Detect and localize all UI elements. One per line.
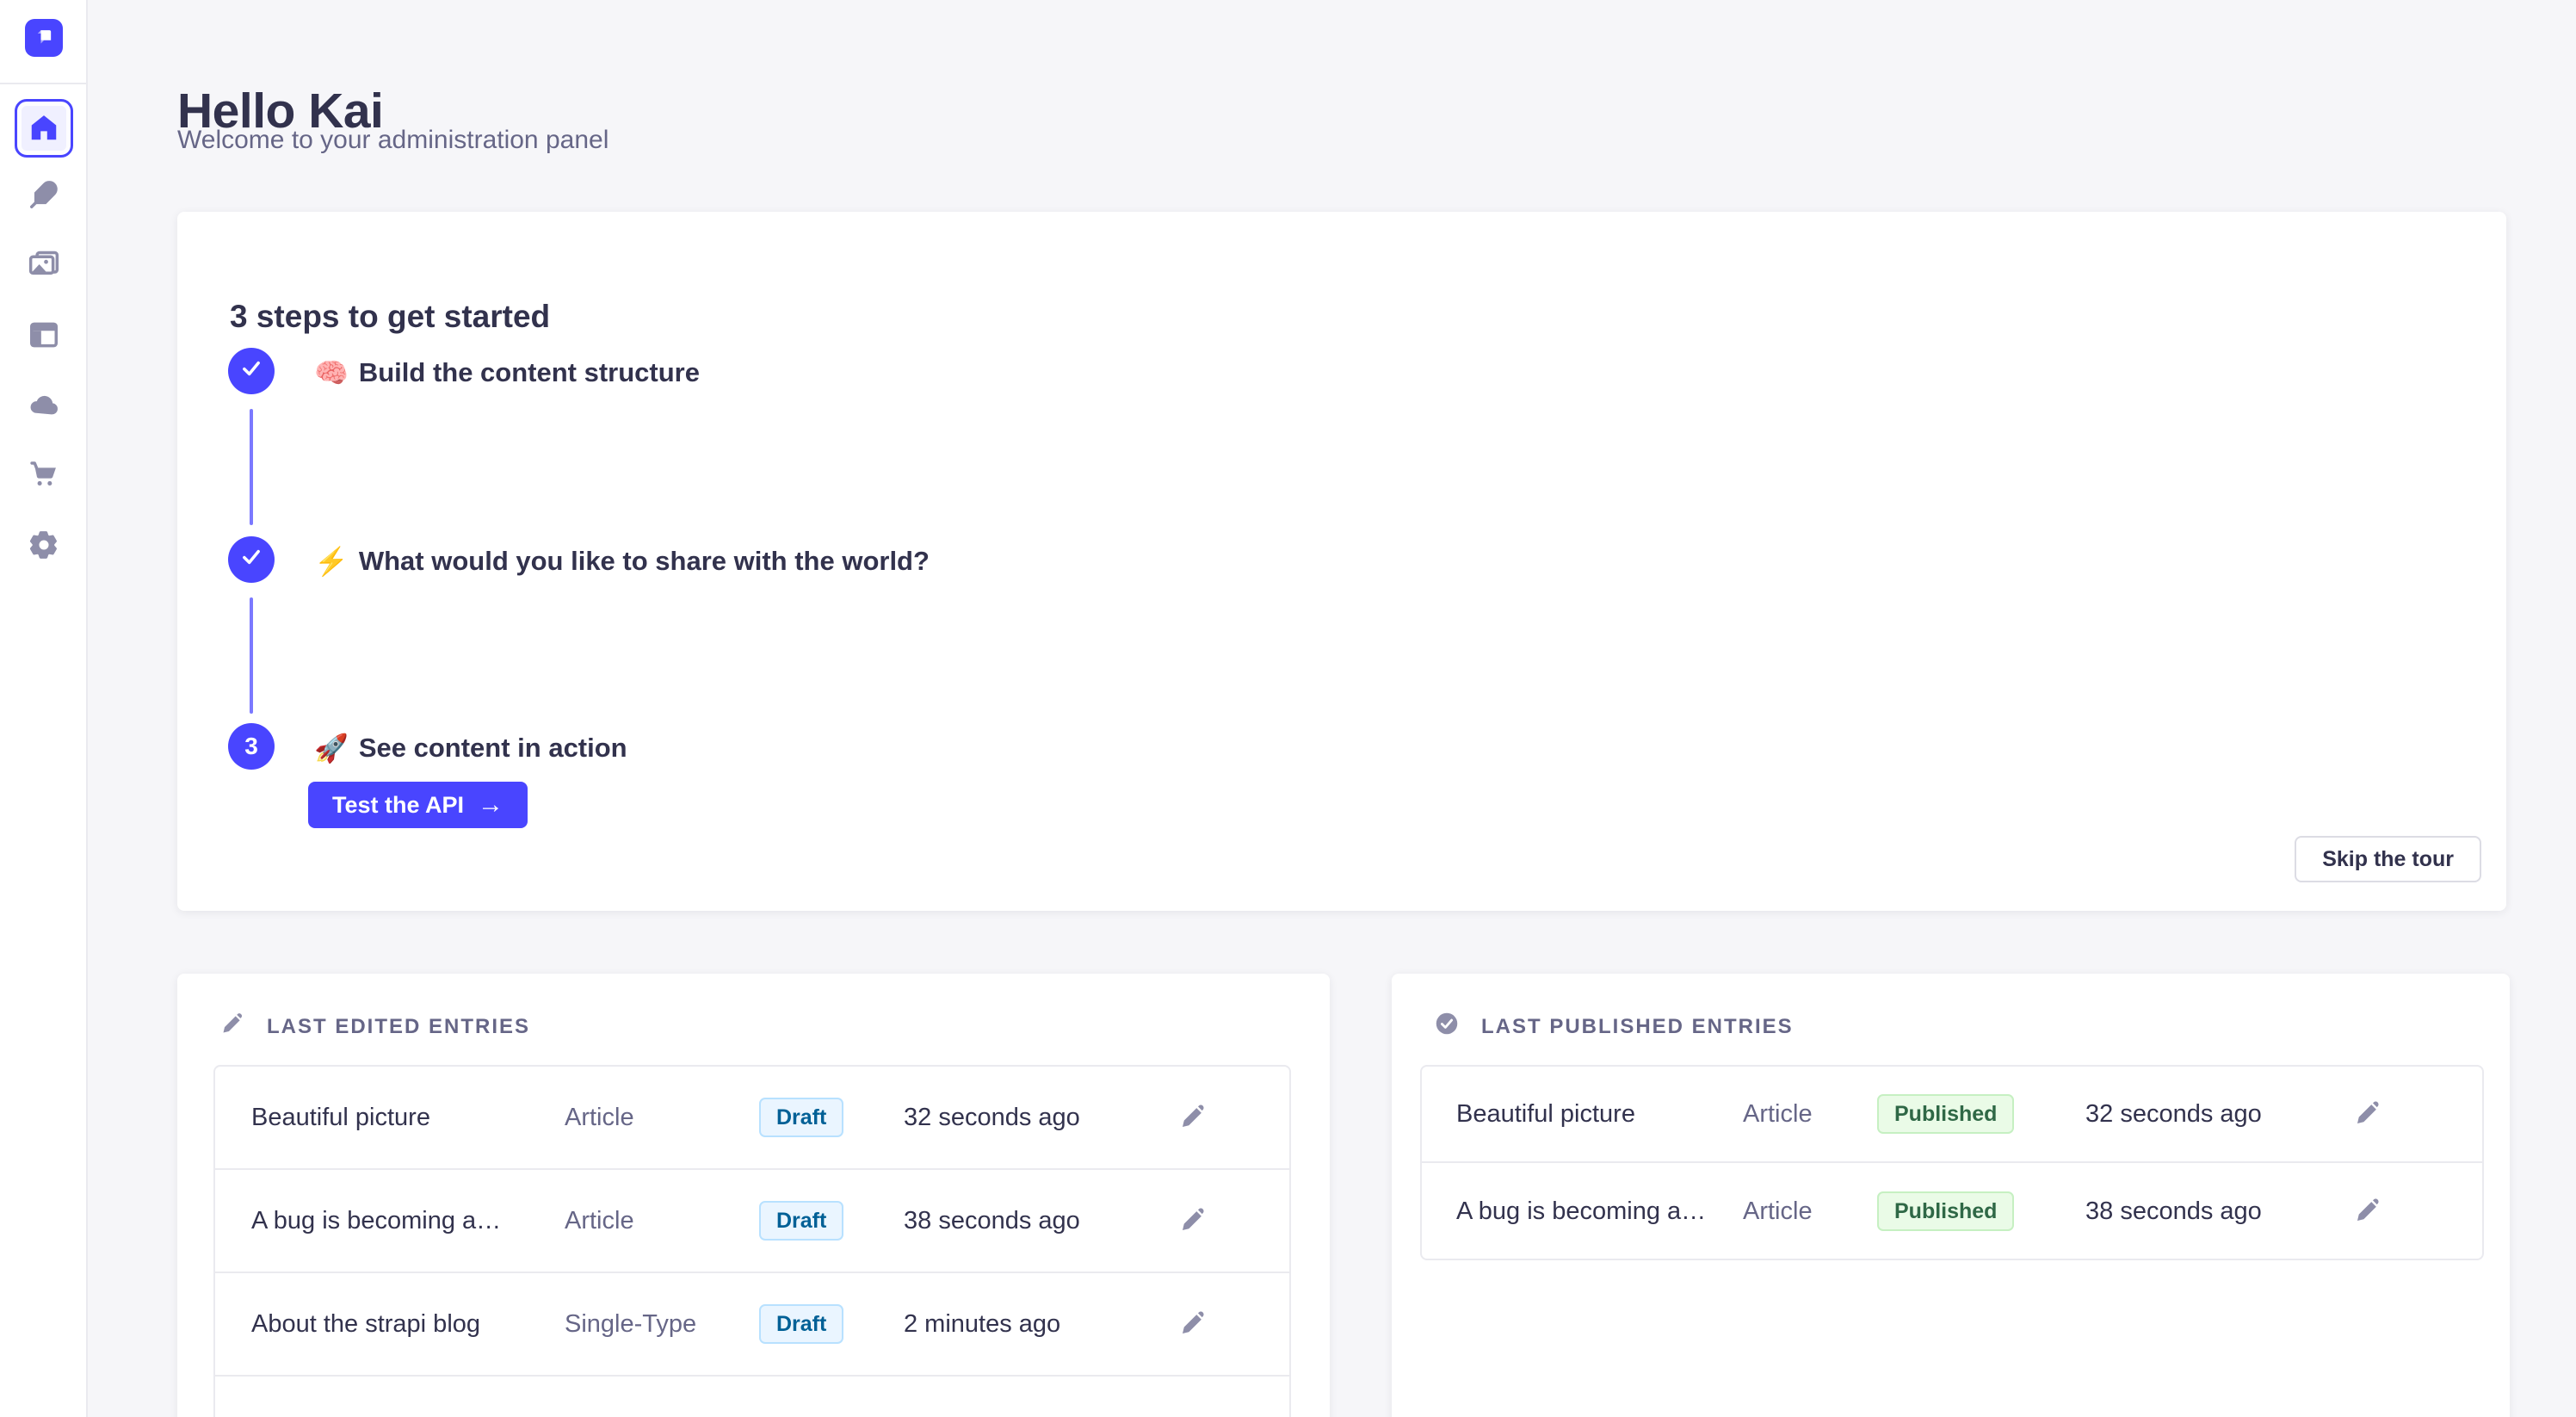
pencil-icon xyxy=(1179,1206,1207,1236)
step-connector xyxy=(250,597,253,714)
sidebar xyxy=(0,0,88,1417)
entry-time: 32 seconds ago xyxy=(2085,1100,2351,1129)
layout-icon xyxy=(28,319,60,354)
check-icon xyxy=(239,356,263,387)
sidebar-item-media-library[interactable] xyxy=(15,236,73,294)
edit-entry-button[interactable] xyxy=(2351,1194,2385,1228)
check-icon xyxy=(239,545,263,575)
edit-entry-button[interactable] xyxy=(1176,1100,1210,1135)
page-subtitle: Welcome to your administration panel xyxy=(177,126,608,155)
sidebar-item-marketplace[interactable] xyxy=(15,446,73,504)
table-row: Beautiful picture Article Published 32 s… xyxy=(1422,1067,2482,1163)
entry-title: A bug is becoming a… xyxy=(1456,1197,1743,1226)
rocket-emoji-icon: 🚀 xyxy=(314,732,349,764)
status-badge: Draft xyxy=(759,1201,843,1241)
test-the-api-button[interactable]: Test the API → xyxy=(308,782,528,828)
sidebar-item-content-type-builder[interactable] xyxy=(15,306,73,365)
last-published-entries-table: Beautiful picture Article Published 32 s… xyxy=(1420,1065,2484,1260)
media-library-icon xyxy=(28,248,60,283)
pencil-icon xyxy=(2354,1099,2381,1129)
entry-title: A bug is becoming a… xyxy=(251,1207,565,1235)
entry-time: 38 seconds ago xyxy=(2085,1197,2351,1226)
entry-type: Article xyxy=(565,1104,759,1132)
brain-emoji-icon: 🧠 xyxy=(314,356,349,389)
entry-type: Single-Type xyxy=(565,1310,759,1339)
home-icon xyxy=(28,111,60,146)
status-badge: Draft xyxy=(759,1098,843,1137)
entry-time: 2 minutes ago xyxy=(904,1310,1176,1339)
step-2-check xyxy=(228,536,275,583)
lightning-emoji-icon: ⚡ xyxy=(314,545,349,578)
entry-type: Article xyxy=(565,1207,759,1235)
status-badge: Published xyxy=(1877,1191,2014,1231)
step-1-check xyxy=(228,348,275,394)
arrow-right-icon: → xyxy=(478,792,503,818)
last-edited-entries-header: LAST EDITED ENTRIES xyxy=(220,1012,530,1042)
entry-type: Article xyxy=(1743,1197,1877,1226)
cart-icon xyxy=(28,458,60,493)
pencil-icon xyxy=(220,1012,244,1042)
edit-entry-button[interactable] xyxy=(2351,1097,2385,1131)
onboarding-card: 3 steps to get started 🧠 Build the conte… xyxy=(177,212,2506,911)
step-connector xyxy=(250,409,253,525)
strapi-logo[interactable] xyxy=(25,19,63,57)
pencil-icon xyxy=(1179,1309,1207,1340)
step-2-label: ⚡ What would you like to share with the … xyxy=(314,545,930,578)
entry-time: 32 seconds ago xyxy=(904,1104,1176,1132)
table-row: Beautiful picture Article Draft 32 secon… xyxy=(215,1067,1289,1170)
last-edited-entries-table: Beautiful picture Article Draft 32 secon… xyxy=(213,1065,1291,1417)
gear-icon xyxy=(28,529,60,564)
status-badge: Published xyxy=(1877,1094,2014,1134)
entry-time: 38 seconds ago xyxy=(904,1207,1176,1235)
entry-title: Beautiful picture xyxy=(1456,1100,1743,1129)
step-3-label: 🚀 See content in action xyxy=(314,732,627,764)
sidebar-item-content-manager[interactable] xyxy=(15,166,73,225)
skip-the-tour-button[interactable]: Skip the tour xyxy=(2295,836,2481,882)
cloud-icon xyxy=(28,387,60,423)
step-3-number: 3 xyxy=(228,723,275,770)
entry-title: Beautiful picture xyxy=(251,1104,565,1132)
step-1-label: 🧠 Build the content structure xyxy=(314,356,700,389)
table-row: About the strapi blog Single-Type Draft … xyxy=(215,1273,1289,1377)
last-edited-entries-card: LAST EDITED ENTRIES Beautiful picture Ar… xyxy=(177,974,1330,1417)
sidebar-item-home[interactable] xyxy=(15,99,73,158)
last-published-entries-header: LAST PUBLISHED ENTRIES xyxy=(1435,1012,1794,1042)
sidebar-item-settings[interactable] xyxy=(15,517,73,575)
edit-entry-button[interactable] xyxy=(1176,1307,1210,1341)
last-published-entries-card: LAST PUBLISHED ENTRIES Beautiful picture… xyxy=(1392,974,2510,1417)
entry-type: Article xyxy=(1743,1100,1877,1129)
check-circle-icon xyxy=(1435,1012,1459,1042)
pencil-icon xyxy=(2354,1197,2381,1227)
onboarding-title: 3 steps to get started xyxy=(230,299,550,335)
feather-icon xyxy=(28,178,60,213)
pencil-icon xyxy=(1179,1103,1207,1133)
table-row: A bug is becoming a… Article Published 3… xyxy=(1422,1163,2482,1259)
table-row: A bug is becoming a… Article Draft 38 se… xyxy=(215,1170,1289,1273)
status-badge: Draft xyxy=(759,1304,843,1344)
sidebar-divider xyxy=(0,83,86,84)
strapi-admin-home: Hello Kai Welcome to your administration… xyxy=(0,0,2576,1417)
sidebar-item-deploy[interactable] xyxy=(15,375,73,434)
edit-entry-button[interactable] xyxy=(1176,1204,1210,1238)
entry-title: About the strapi blog xyxy=(251,1310,565,1339)
strapi-logo-icon xyxy=(33,25,56,51)
